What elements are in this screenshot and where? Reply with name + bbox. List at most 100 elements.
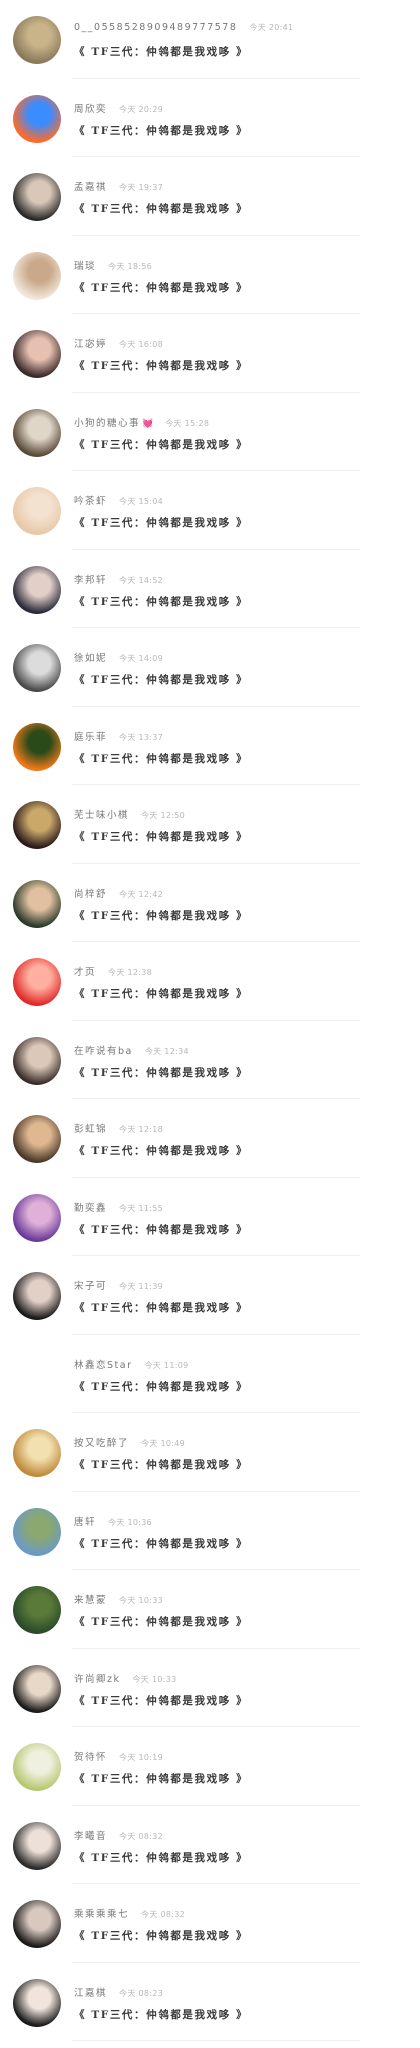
user-name[interactable]: 徐如妮 — [74, 650, 107, 664]
avatar[interactable] — [13, 1115, 61, 1163]
comment-preview[interactable]: 《 TF三代：仲鸰都是我戏哆 》 — [74, 201, 420, 216]
list-item[interactable]: 在咋说有ba 今天 12:34 《 TF三代：仲鸰都是我戏哆 》 — [0, 1021, 420, 1100]
comment-preview[interactable]: 《 TF三代：仲鸰都是我戏哆 》 — [74, 1379, 420, 1394]
comment-preview[interactable]: 《 TF三代：仲鸰都是我戏哆 》 — [74, 1928, 420, 1943]
user-name[interactable]: 瑞琰 — [74, 258, 96, 272]
comment-preview[interactable]: 《 TF三代：仲鸰都是我戏哆 》 — [74, 1065, 420, 1080]
list-item[interactable]: 许尚卿zk 今天 10:33 《 TF三代：仲鸰都是我戏哆 》 — [0, 1649, 420, 1728]
user-name[interactable]: 在咋说有ba — [74, 1043, 133, 1057]
avatar[interactable] — [13, 16, 61, 64]
avatar[interactable] — [13, 722, 61, 771]
list-item[interactable]: 孟嘉祺 今天 19:37 《 TF三代：仲鸰都是我戏哆 》 — [0, 157, 420, 236]
avatar[interactable] — [13, 251, 61, 300]
comment-preview[interactable]: 《 TF三代：仲鸰都是我戏哆 》 — [74, 594, 420, 609]
avatar[interactable] — [13, 644, 61, 692]
list-item[interactable]: 周欣奕 今天 20:29 《 TF三代：仲鸰都是我戏哆 》 — [0, 79, 420, 158]
user-name[interactable]: 庭乐菲 — [74, 729, 107, 743]
list-item[interactable]: 庭乐菲 今天 13:37 《 TF三代：仲鸰都是我戏哆 》 — [0, 707, 420, 786]
list-item[interactable]: 乘乘乘乘七 今天 08:32 《 TF三代：仲鸰都是我戏哆 》 — [0, 1884, 420, 1963]
comment-preview[interactable]: 《 TF三代：仲鸰都是我戏哆 》 — [74, 1457, 420, 1472]
comment-preview[interactable]: 《 TF三代：仲鸰都是我戏哆 》 — [74, 829, 420, 844]
list-item[interactable]: 才页 今天 12:38 《 TF三代：仲鸰都是我戏哆 》 — [0, 942, 420, 1021]
comment-preview[interactable]: 《 TF三代：仲鸰都是我戏哆 》 — [74, 1771, 420, 1786]
avatar[interactable] — [13, 879, 61, 928]
list-item[interactable]: 芜士味小棋 今天 12:50 《 TF三代：仲鸰都是我戏哆 》 — [0, 785, 420, 864]
list-item[interactable]: 徐如妮 今天 14:09 《 TF三代：仲鸰都是我戏哆 》 — [0, 628, 420, 707]
comment-preview[interactable]: 《 TF三代：仲鸰都是我戏哆 》 — [74, 1300, 420, 1315]
comment-preview[interactable]: 《 TF三代：仲鸰都是我戏哆 》 — [74, 672, 420, 687]
list-item[interactable]: 吟茶虾 今天 15:04 《 TF三代：仲鸰都是我戏哆 》 — [0, 471, 420, 550]
list-item[interactable]: 唐轩 今天 10:36 《 TF三代：仲鸰都是我戏哆 》 — [0, 1492, 420, 1571]
comment-preview[interactable]: 《 TF三代：仲鸰都是我戏哆 》 — [74, 908, 420, 923]
user-name[interactable]: 小狗的糖心事 — [74, 415, 140, 429]
user-name[interactable]: 尚梓舒 — [74, 886, 107, 900]
user-name[interactable]: 按又吃醉了 — [74, 1435, 129, 1449]
avatar[interactable] — [13, 1586, 61, 1634]
list-item[interactable]: 来慧蒙 今天 10:33 《 TF三代：仲鸰都是我戏哆 》 — [0, 1570, 420, 1649]
comment-preview[interactable]: 《 TF三代：仲鸰都是我戏哆 》 — [74, 1614, 420, 1629]
list-item[interactable]: 勤奕鑫 今天 11:55 《 TF三代：仲鸰都是我戏哆 》 — [0, 1178, 420, 1257]
user-name[interactable]: 李邦轩 — [74, 572, 107, 586]
avatar[interactable] — [13, 1978, 61, 2027]
list-item[interactable]: 林鑫恋Star 今天 11:09 《 TF三代：仲鸰都是我戏哆 》 — [0, 1335, 420, 1414]
comment-preview[interactable]: 《 TF三代：仲鸰都是我戏哆 》 — [74, 44, 420, 59]
user-name[interactable]: 来慧蒙 — [74, 1592, 107, 1606]
avatar[interactable] — [13, 1351, 61, 1399]
user-name[interactable]: 唐轩 — [74, 1514, 96, 1528]
list-item[interactable]: 贺待怀 今天 10:19 《 TF三代：仲鸰都是我戏哆 》 — [0, 1727, 420, 1806]
user-name[interactable]: 许尚卿zk — [74, 1671, 121, 1685]
avatar[interactable] — [13, 801, 61, 849]
comment-preview[interactable]: 《 TF三代：仲鸰都是我戏哆 》 — [74, 751, 420, 766]
avatar[interactable] — [13, 958, 61, 1006]
comment-preview[interactable]: 《 TF三代：仲鸰都是我戏哆 》 — [74, 1850, 420, 1865]
user-name[interactable]: 彭虹锦 — [74, 1121, 107, 1135]
list-item[interactable]: 按又吃醉了 今天 10:49 《 TF三代：仲鸰都是我戏哆 》 — [0, 1413, 420, 1492]
avatar[interactable] — [13, 173, 61, 221]
comment-preview[interactable]: 《 TF三代：仲鸰都是我戏哆 》 — [74, 515, 420, 530]
user-name[interactable]: 勤奕鑫 — [74, 1200, 107, 1214]
avatar[interactable] — [13, 1272, 61, 1320]
user-name[interactable]: 林鑫恋Star — [74, 1357, 132, 1371]
avatar[interactable] — [13, 565, 61, 614]
avatar[interactable] — [13, 1193, 61, 1242]
avatar[interactable] — [13, 1429, 61, 1477]
user-name[interactable]: 吟茶虾 — [74, 493, 107, 507]
comment-preview[interactable]: 《 TF三代：仲鸰都是我戏哆 》 — [74, 123, 420, 138]
list-item[interactable]: 江宓婷 今天 16:08 《 TF三代：仲鸰都是我戏哆 》 — [0, 314, 420, 393]
comment-preview[interactable]: 《 TF三代：仲鸰都是我戏哆 》 — [74, 1222, 420, 1237]
list-item[interactable]: 李邦轩 今天 14:52 《 TF三代：仲鸰都是我戏哆 》 — [0, 550, 420, 629]
user-name[interactable]: 江嘉棋 — [74, 1985, 107, 1999]
avatar[interactable] — [13, 487, 61, 535]
user-name[interactable]: 江宓婷 — [74, 336, 107, 350]
comment-preview[interactable]: 《 TF三代：仲鸰都是我戏哆 》 — [74, 1536, 420, 1551]
list-item[interactable]: 小狗的糖心事 💓 今天 15:28 《 TF三代：仲鸰都是我戏哆 》 — [0, 393, 420, 472]
user-name[interactable]: 0__0558528909489777578 — [74, 22, 237, 33]
user-name[interactable]: 周欣奕 — [74, 101, 107, 115]
list-item[interactable]: 李曦音 今天 08:32 《 TF三代：仲鸰都是我戏哆 》 — [0, 1806, 420, 1885]
avatar[interactable] — [13, 94, 61, 143]
list-item[interactable]: 尚梓舒 今天 12:42 《 TF三代：仲鸰都是我戏哆 》 — [0, 864, 420, 943]
avatar[interactable] — [13, 1507, 61, 1556]
comment-preview[interactable]: 《 TF三代：仲鸰都是我戏哆 》 — [74, 280, 420, 295]
list-item[interactable]: 江嘉棋 今天 08:23 《 TF三代：仲鸰都是我戏哆 》 — [0, 1963, 420, 2042]
comment-preview[interactable]: 《 TF三代：仲鸰都是我戏哆 》 — [74, 437, 420, 452]
avatar[interactable] — [13, 1664, 61, 1713]
user-name[interactable]: 贺待怀 — [74, 1749, 107, 1763]
avatar[interactable] — [13, 1821, 61, 1870]
user-name[interactable]: 宋子可 — [74, 1278, 107, 1292]
user-name[interactable]: 孟嘉祺 — [74, 179, 107, 193]
user-name[interactable]: 乘乘乘乘七 — [74, 1906, 129, 1920]
avatar[interactable] — [13, 1900, 61, 1948]
avatar[interactable] — [13, 1036, 61, 1085]
comment-preview[interactable]: 《 TF三代：仲鸰都是我戏哆 》 — [74, 358, 420, 373]
avatar[interactable] — [13, 408, 61, 457]
avatar[interactable] — [13, 1743, 61, 1791]
list-item[interactable]: 彭虹锦 今天 12:18 《 TF三代：仲鸰都是我戏哆 》 — [0, 1099, 420, 1178]
comment-preview[interactable]: 《 TF三代：仲鸰都是我戏哆 》 — [74, 986, 420, 1001]
user-name[interactable]: 芜士味小棋 — [74, 807, 129, 821]
list-item[interactable]: 瑞琰 今天 18:56 《 TF三代：仲鸰都是我戏哆 》 — [0, 236, 420, 315]
list-item[interactable]: 0__0558528909489777578 今天 20:41 《 TF三代：仲鸰都… — [0, 0, 420, 79]
user-name[interactable]: 才页 — [74, 964, 96, 978]
comment-preview[interactable]: 《 TF三代：仲鸰都是我戏哆 》 — [74, 1143, 420, 1158]
avatar[interactable] — [13, 330, 61, 378]
